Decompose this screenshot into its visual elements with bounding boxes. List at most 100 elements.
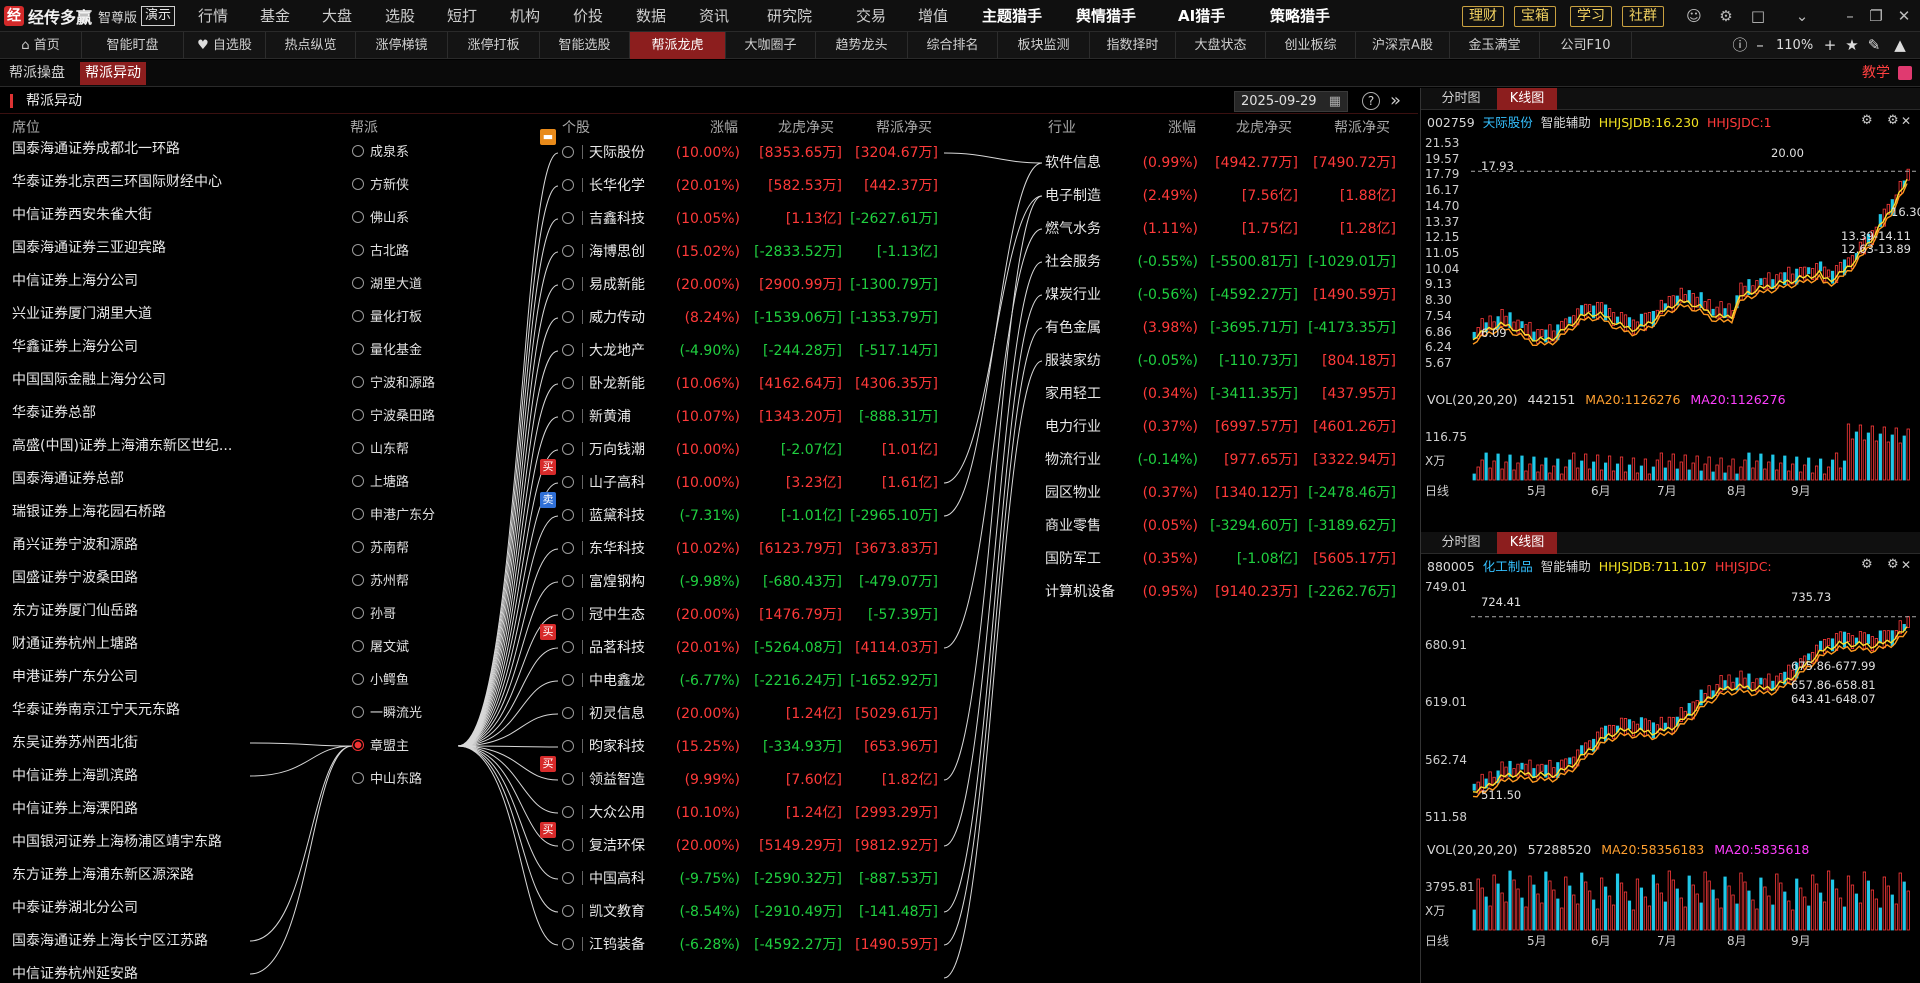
buy-badge[interactable]: 买 [540,756,556,772]
seat-row[interactable]: 东方证券厦门仙岳路 [12,595,138,628]
chevron-down-icon[interactable]: ⌄ [1792,6,1812,26]
volume-chart[interactable] [1421,862,1920,932]
faction-row[interactable]: 成泉系 [352,136,409,169]
top-button[interactable]: 理财 [1462,6,1504,27]
seat-row[interactable]: 国泰海通证券三亚迎宾路 [12,232,166,265]
seat-row[interactable]: 中信证券上海凯滨路 [12,760,138,793]
chart-tab[interactable]: K线图 [1497,532,1557,554]
stock-radio[interactable] [562,839,574,851]
seat-row[interactable]: 高盛(中国)证券上海浦东新区世纪... [12,430,232,463]
buy-badge[interactable]: 买 [540,624,556,640]
seat-row[interactable]: 中国国际金融上海分公司 [12,364,166,397]
star-icon[interactable]: ★ [1842,35,1862,55]
seat-row[interactable]: 国泰海通证券成都北一环路 [12,133,180,166]
faction-radio[interactable] [352,409,364,421]
faction-row[interactable]: 孙哥 [352,598,396,631]
stock-radio[interactable] [562,410,574,422]
faction-row[interactable]: 湖里大道 [352,268,422,301]
seat-row[interactable]: 瑞银证券上海花园石桥路 [12,496,166,529]
zoom-in-icon[interactable]: + [1820,35,1840,55]
seat-row[interactable]: 甬兴证券宁波和源路 [12,529,138,562]
faction-radio[interactable] [352,244,364,256]
faction-row[interactable]: 中山东路 [352,763,422,796]
pin-icon[interactable]: ▲ [1890,35,1910,55]
seat-row[interactable]: 国盛证券宁波桑田路 [12,562,138,595]
faction-radio[interactable] [352,673,364,685]
tab-16[interactable]: 金玉满堂 [1450,32,1540,59]
chart-tab[interactable]: 分时图 [1431,532,1491,554]
stock-radio[interactable] [562,476,574,488]
faction-radio[interactable] [352,541,364,553]
faction-radio[interactable] [352,343,364,355]
buy-badge[interactable]: 买 [540,459,556,475]
stock-radio[interactable] [562,146,574,158]
faction-row[interactable]: 量化打板 [352,301,422,334]
faction-radio[interactable] [352,640,364,652]
seat-row[interactable]: 兴业证券厦门湖里大道 [12,298,152,331]
tab-17[interactable]: 公司F10 [1540,32,1632,59]
faction-radio[interactable] [352,475,364,487]
faction-row[interactable]: 佛山系 [352,202,409,235]
buy-badge[interactable]: 卖 [540,492,556,508]
stock-radio[interactable] [562,542,574,554]
close-icon[interactable]: ✕ [1894,6,1914,26]
faction-radio[interactable] [352,376,364,388]
faction-radio[interactable] [352,772,364,784]
faction-row[interactable]: 上塘路 [352,466,409,499]
faction-row[interactable]: 屠文斌 [352,631,409,664]
faction-radio[interactable] [352,574,364,586]
faction-radio[interactable] [352,508,364,520]
restore-icon[interactable]: ❐ [1866,6,1886,26]
stock-radio[interactable] [562,509,574,521]
faction-row[interactable]: 苏州帮 [352,565,409,598]
seat-row[interactable]: 华泰证券北京西三环国际财经中心 [12,166,222,199]
top-button[interactable]: 社群 [1622,6,1664,27]
volume-chart[interactable] [1421,412,1920,482]
seat-row[interactable]: 东吴证券苏州西北街 [12,727,138,760]
stock-name[interactable]: 新黄浦 [589,409,631,425]
stock-radio[interactable] [562,377,574,389]
faction-radio[interactable] [352,211,364,223]
chart-tab[interactable]: 分时图 [1431,88,1491,110]
faction-radio[interactable] [352,739,364,751]
stock-radio[interactable] [562,245,574,257]
period-selector[interactable]: 日线 [1425,482,1449,499]
seat-row[interactable]: 中信证券上海溧阳路 [12,793,138,826]
stock-radio[interactable] [562,806,574,818]
seat-row[interactable]: 国泰海通证券上海长宁区江苏路 [12,925,208,958]
chart-close-icon[interactable]: ✕ [1901,114,1911,128]
faction-row[interactable]: 申港广东分 [352,499,435,532]
window-icon[interactable]: □ [1748,6,1768,26]
stock-radio[interactable] [562,707,574,719]
seat-row[interactable]: 申港证券广东分公司 [12,661,138,694]
seat-row[interactable]: 中信证券上海分公司 [12,265,138,298]
seat-row[interactable]: 东方证券上海浦东新区源深路 [12,859,194,892]
user-icon[interactable]: ☺ [1684,6,1704,26]
seat-row[interactable]: 华泰证券南京江宁天元东路 [12,694,180,727]
edit-icon[interactable]: ✎ [1864,35,1884,55]
stock-radio[interactable] [562,740,574,752]
chart-settings-icon[interactable]: ⚙ [1887,557,1899,572]
stock-radio[interactable] [562,575,574,587]
stock-radio[interactable] [562,443,574,455]
assist-label[interactable]: 智能辅助 [1541,559,1591,574]
faction-radio[interactable] [352,442,364,454]
seat-row[interactable]: 中国银河证券上海杨浦区靖宇东路 [12,826,222,859]
seat-row[interactable]: 中泰证券湖北分公司 [12,892,138,925]
top-button[interactable]: 学习 [1570,6,1612,27]
zoom-out-icon[interactable]: – [1750,35,1770,55]
info-icon[interactable]: ⓘ [1730,35,1750,55]
stock-radio[interactable] [562,311,574,323]
seat-row[interactable]: 中信证券杭州延安路 [12,958,138,983]
stock-radio[interactable] [562,938,574,950]
faction-radio[interactable] [352,145,364,157]
stock-radio[interactable] [562,641,574,653]
seat-row[interactable]: 华泰证券总部 [12,397,96,430]
chart-close-icon[interactable]: ✕ [1901,558,1911,572]
stock-radio[interactable] [562,608,574,620]
stock-radio[interactable] [562,905,574,917]
chart-tab[interactable]: K线图 [1497,88,1557,110]
stock-radio[interactable] [562,278,574,290]
faction-row[interactable]: 苏南帮 [352,532,409,565]
faction-row[interactable]: 章盟主 [352,730,409,763]
